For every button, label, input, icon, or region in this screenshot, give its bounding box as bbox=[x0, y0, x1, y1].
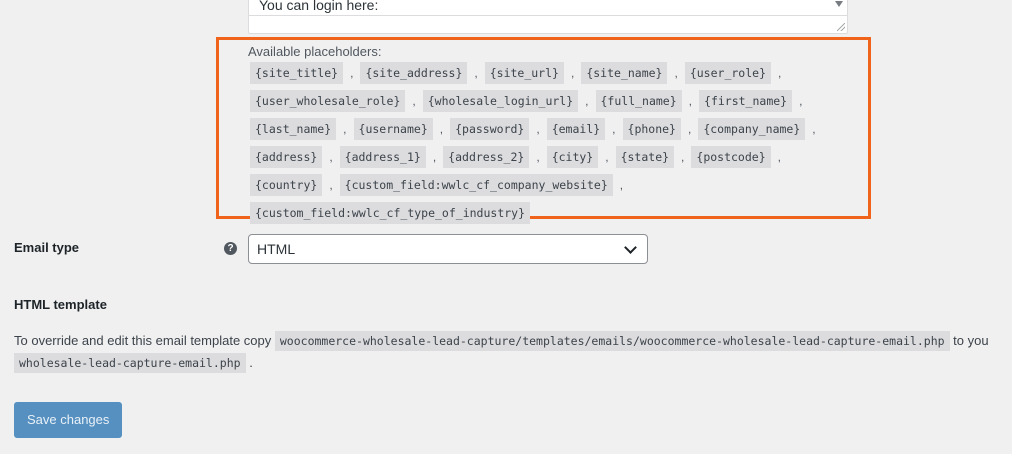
override-trailing: . bbox=[249, 355, 253, 370]
resize-handle-icon[interactable] bbox=[837, 23, 845, 31]
placeholder-separator: , bbox=[681, 150, 685, 164]
email-message-textarea[interactable]: You can login here: bbox=[248, 0, 848, 34]
placeholder-code: {site_name} bbox=[581, 62, 668, 84]
override-text-after: to you bbox=[953, 333, 989, 348]
chevron-down-icon bbox=[624, 241, 637, 254]
placeholder-item: {email}, bbox=[546, 118, 623, 140]
scroll-down-arrow-icon[interactable] bbox=[835, 1, 843, 7]
placeholder-item: {password}, bbox=[450, 118, 547, 140]
placeholder-item: {address_1}, bbox=[339, 146, 444, 168]
placeholder-separator: , bbox=[439, 122, 444, 136]
placeholder-separator: , bbox=[585, 94, 589, 108]
placeholder-item: {postcode}, bbox=[691, 146, 788, 168]
email-type-label: Email type bbox=[14, 240, 80, 255]
save-changes-button[interactable]: Save changes bbox=[14, 402, 123, 438]
help-icon[interactable]: ? bbox=[224, 242, 237, 255]
placeholder-code: {username} bbox=[353, 118, 433, 140]
placeholder-separator: , bbox=[432, 150, 437, 164]
placeholder-separator: , bbox=[329, 150, 333, 164]
placeholder-item: {city}, bbox=[546, 146, 616, 168]
placeholder-code: {postcode} bbox=[691, 146, 771, 168]
textarea-divider bbox=[249, 15, 847, 16]
textarea-text: You can login here: bbox=[259, 0, 379, 13]
placeholder-separator: , bbox=[688, 94, 693, 108]
placeholder-separator: , bbox=[412, 94, 416, 108]
placeholder-code: {site_url} bbox=[484, 62, 564, 84]
override-text-before: To override and edit this email template… bbox=[14, 333, 272, 348]
placeholder-code: {full_name} bbox=[595, 90, 682, 112]
placeholder-item: {custom_field:wwlc_cf_company_website}, bbox=[339, 174, 630, 196]
placeholders-list: {site_title}, {site_address}, {site_url},{… bbox=[250, 62, 850, 224]
placeholders-title: Available placeholders: bbox=[248, 44, 382, 59]
placeholder-code: {country} bbox=[250, 174, 323, 196]
placeholder-item: {address}, bbox=[250, 146, 340, 168]
placeholder-item: {custom_field:wwlc_cf_type_of_industry} bbox=[250, 202, 531, 224]
placeholder-code: {last_name} bbox=[250, 118, 337, 140]
placeholder-code: {wholesale_login_url} bbox=[422, 90, 579, 112]
placeholder-code: {user_role} bbox=[684, 62, 771, 84]
placeholder-code: {email} bbox=[546, 118, 606, 140]
placeholder-code: {address_2} bbox=[443, 146, 530, 168]
placeholder-code: {phone} bbox=[622, 118, 681, 140]
email-type-selected-value: HTML bbox=[257, 241, 296, 257]
email-type-select[interactable]: HTML bbox=[248, 234, 648, 264]
placeholder-code: {password} bbox=[450, 118, 530, 140]
placeholder-code: {custom_field:wwlc_cf_company_website} bbox=[339, 174, 613, 196]
html-template-heading: HTML template bbox=[14, 297, 107, 312]
placeholder-item: {country}, bbox=[250, 174, 340, 196]
placeholder-item: {site_address}, bbox=[360, 62, 484, 84]
placeholder-separator: , bbox=[778, 66, 782, 80]
placeholder-separator: , bbox=[536, 122, 540, 136]
placeholder-item: {wholesale_login_url}, bbox=[422, 90, 596, 112]
placeholder-separator: , bbox=[619, 178, 624, 192]
placeholder-item: {phone}, bbox=[622, 118, 699, 140]
placeholder-separator: , bbox=[799, 94, 803, 108]
placeholder-item: {state}, bbox=[615, 146, 692, 168]
destination-file-code: wholesale-lead-capture-email.php bbox=[14, 353, 246, 373]
placeholder-item: {site_name}, bbox=[581, 62, 685, 84]
placeholder-separator: , bbox=[570, 66, 575, 80]
placeholder-separator: , bbox=[687, 122, 692, 136]
placeholder-separator: , bbox=[329, 178, 333, 192]
placeholder-code: {site_title} bbox=[250, 62, 344, 84]
template-path-code: woocommerce-wholesale-lead-capture/templ… bbox=[274, 331, 950, 351]
placeholder-item: {user_role}, bbox=[684, 62, 789, 84]
placeholder-separator: , bbox=[605, 150, 609, 164]
placeholder-code: {custom_field:wwlc_cf_type_of_industry} bbox=[250, 202, 531, 224]
placeholder-code: {address_1} bbox=[339, 146, 426, 168]
placeholder-item: {full_name}, bbox=[595, 90, 700, 112]
placeholder-separator: , bbox=[536, 150, 540, 164]
placeholder-item: {company_name}, bbox=[698, 118, 822, 140]
placeholder-separator: , bbox=[343, 122, 347, 136]
placeholder-item: {site_url}, bbox=[484, 62, 582, 84]
placeholder-code: {city} bbox=[546, 146, 599, 168]
placeholder-code: {company_name} bbox=[698, 118, 806, 140]
placeholder-item: {site_title}, bbox=[250, 62, 360, 84]
override-instructions: To override and edit this email template… bbox=[14, 330, 1012, 374]
placeholder-code: {site_address} bbox=[360, 62, 468, 84]
placeholder-code: {first_name} bbox=[699, 90, 793, 112]
placeholder-separator: , bbox=[812, 122, 816, 136]
placeholder-item: {last_name}, bbox=[250, 118, 354, 140]
placeholder-separator: , bbox=[777, 150, 781, 164]
placeholder-item: {user_wholesale_role}, bbox=[250, 90, 423, 112]
placeholder-code: {user_wholesale_role} bbox=[250, 90, 406, 112]
settings-page: You can login here: Available placeholde… bbox=[0, 0, 1012, 454]
placeholder-code: {address} bbox=[250, 146, 323, 168]
placeholder-code: {state} bbox=[615, 146, 675, 168]
placeholder-item: {address_2}, bbox=[443, 146, 547, 168]
placeholder-separator: , bbox=[474, 66, 478, 80]
placeholder-item: {first_name}, bbox=[699, 90, 809, 112]
placeholder-item: {username}, bbox=[353, 118, 451, 140]
placeholder-separator: , bbox=[612, 122, 616, 136]
placeholder-separator: , bbox=[674, 66, 678, 80]
placeholder-separator: , bbox=[350, 66, 354, 80]
